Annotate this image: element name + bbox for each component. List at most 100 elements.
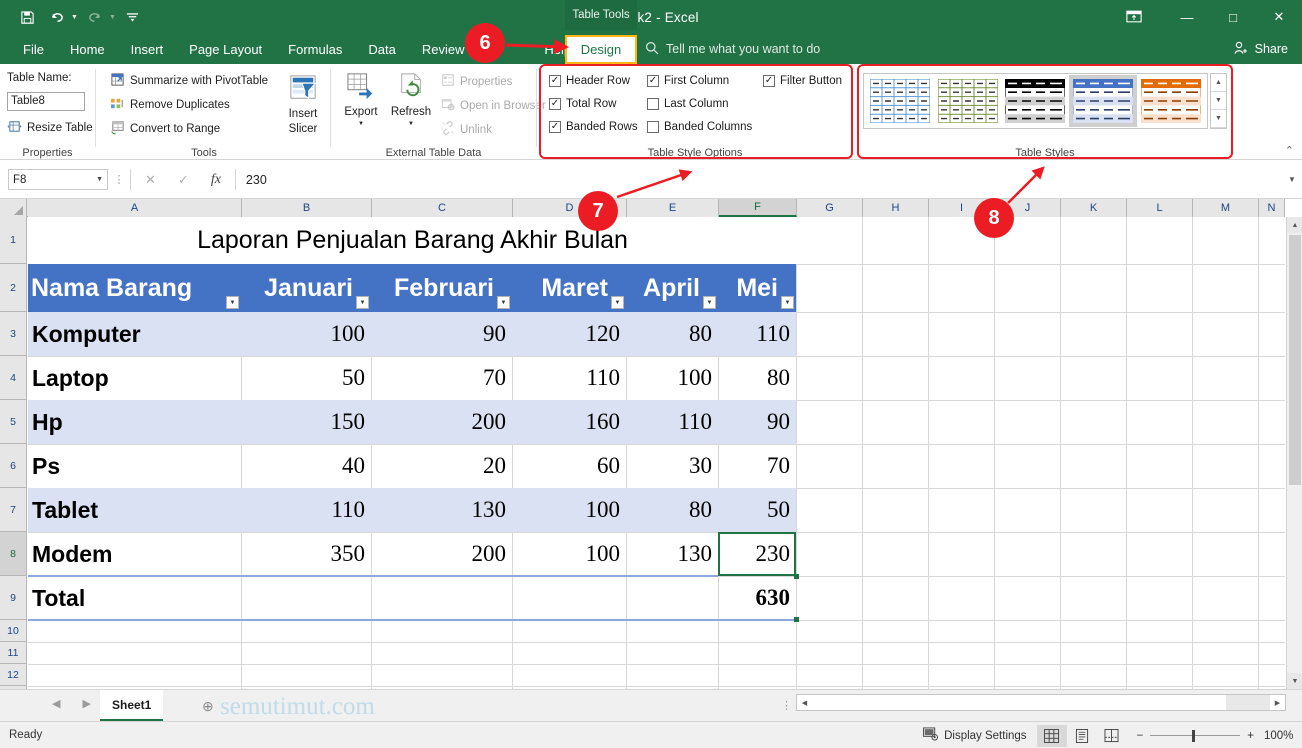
page-break-preview-button[interactable]	[1097, 725, 1127, 747]
cell-B7[interactable]: 110	[241, 488, 371, 532]
cell-E8[interactable]: 130	[626, 532, 718, 576]
column-header-N[interactable]: N	[1259, 199, 1285, 217]
cell-D5[interactable]: 160	[512, 400, 626, 444]
checkbox-banded-columns[interactable]: Banded Columns	[647, 121, 752, 133]
cell-E9[interactable]	[626, 576, 718, 620]
minimize-button[interactable]: —	[1164, 0, 1210, 34]
cell-D6[interactable]: 60	[512, 444, 626, 488]
row-header-5[interactable]: 5	[0, 400, 27, 444]
filter-dropdown-icon-C[interactable]: ▼	[497, 296, 510, 309]
row-header-10[interactable]: 10	[0, 620, 27, 642]
column-header-L[interactable]: L	[1127, 199, 1193, 217]
banded-rows-checkbox[interactable]: ✓	[549, 121, 561, 133]
row-header-11[interactable]: 11	[0, 642, 27, 664]
row-header-7[interactable]: 7	[0, 488, 27, 532]
total-row-checkbox[interactable]: ✓	[549, 98, 561, 110]
checkbox-total-row[interactable]: ✓ Total Row	[549, 98, 617, 110]
formula-input[interactable]: 230	[236, 173, 1282, 187]
cell-C7[interactable]: 130	[371, 488, 512, 532]
insert-slicer-button[interactable]: Insert Slicer	[275, 74, 331, 137]
table-name-input[interactable]: Table8	[7, 92, 85, 111]
table-resize-handle[interactable]	[794, 617, 799, 622]
cell-E5[interactable]: 110	[626, 400, 718, 444]
close-button[interactable]: ✕	[1256, 0, 1302, 34]
cell-A6[interactable]: Ps	[28, 444, 241, 488]
horizontal-split-grip[interactable]: ⋮	[781, 699, 792, 712]
row-header-9[interactable]: 9	[0, 576, 27, 620]
table-styles-gallery[interactable]	[863, 73, 1208, 129]
last-column-checkbox[interactable]	[647, 98, 659, 110]
cell-D2-header[interactable]: Maret ▼	[512, 264, 626, 312]
row-header-8[interactable]: 8	[0, 532, 27, 576]
cell-C5[interactable]: 200	[371, 400, 512, 444]
cell-E6[interactable]: 30	[626, 444, 718, 488]
checkbox-last-column[interactable]: Last Column	[647, 98, 729, 110]
export-dropdown-icon[interactable]: ▼	[358, 121, 364, 128]
cancel-icon[interactable]: ✕	[145, 172, 156, 188]
cell-B3[interactable]: 100	[241, 312, 371, 356]
horizontal-scrollbar[interactable]: ◀ ▶	[796, 694, 1286, 711]
filter-dropdown-icon-D[interactable]: ▼	[611, 296, 624, 309]
cell-C3[interactable]: 90	[371, 312, 512, 356]
cell-D3[interactable]: 120	[512, 312, 626, 356]
scroll-left-icon[interactable]: ◀	[797, 695, 812, 710]
cell-B6[interactable]: 40	[241, 444, 371, 488]
undo-icon[interactable]	[44, 6, 70, 28]
cell-F2-header[interactable]: Mei ▼	[718, 264, 796, 312]
cell-D7[interactable]: 100	[512, 488, 626, 532]
collapse-ribbon-icon[interactable]: ⌃	[1285, 144, 1294, 157]
first-column-checkbox[interactable]: ✓	[647, 75, 659, 87]
export-button[interactable]: Export ▼	[339, 72, 383, 128]
scroll-up-icon[interactable]: ▲	[1287, 217, 1302, 233]
cell-B9[interactable]	[241, 576, 371, 620]
cell-F9-total-value[interactable]: 630	[718, 576, 796, 620]
share-button[interactable]: Share	[1233, 34, 1288, 64]
vertical-scrollbar[interactable]: ▲ ▼	[1286, 217, 1302, 689]
table-style-blue-medium-selected[interactable]	[1069, 75, 1137, 127]
row-header-6[interactable]: 6	[0, 444, 27, 488]
tab-home[interactable]: Home	[57, 34, 118, 64]
save-icon[interactable]	[14, 6, 40, 28]
filter-dropdown-icon-A[interactable]: ▼	[226, 296, 239, 309]
cell-A8[interactable]: Modem	[28, 532, 241, 576]
refresh-dropdown-icon[interactable]: ▼	[408, 121, 414, 128]
insert-function-icon[interactable]: fx	[211, 172, 221, 188]
formula-bar-grip[interactable]: ⋮	[108, 173, 130, 186]
row-header-4[interactable]: 4	[0, 356, 27, 400]
cell-A3[interactable]: Komputer	[28, 312, 241, 356]
gallery-scroll-up-icon[interactable]: ▲	[1211, 74, 1226, 92]
customize-quick-access-icon[interactable]	[120, 6, 146, 28]
filter-button-checkbox[interactable]: ✓	[763, 75, 775, 87]
cell-F4[interactable]: 80	[718, 356, 796, 400]
gallery-more-icon[interactable]: ▼	[1211, 110, 1226, 128]
tab-file[interactable]: File	[10, 34, 57, 64]
checkbox-header-row[interactable]: ✓ Header Row	[549, 75, 630, 87]
header-row-checkbox[interactable]: ✓	[549, 75, 561, 87]
cell-D4[interactable]: 110	[512, 356, 626, 400]
cell-C2-header[interactable]: Februari ▼	[371, 264, 512, 312]
checkbox-first-column[interactable]: ✓ First Column	[647, 75, 729, 87]
cell-E7[interactable]: 80	[626, 488, 718, 532]
cell-B5[interactable]: 150	[241, 400, 371, 444]
tab-insert[interactable]: Insert	[118, 34, 177, 64]
ribbon-display-options-icon[interactable]	[1121, 4, 1147, 28]
cell-D8[interactable]: 100	[512, 532, 626, 576]
sheet-tab-sheet1[interactable]: Sheet1	[100, 690, 163, 721]
filter-dropdown-icon-B[interactable]: ▼	[356, 296, 369, 309]
tab-design[interactable]: Design	[565, 35, 637, 64]
cell-F8-selected[interactable]: 230	[718, 532, 796, 576]
tab-formulas[interactable]: Formulas	[275, 34, 355, 64]
summarize-with-pivottable-button[interactable]: Summarize with PivotTable	[110, 72, 268, 90]
zoom-in-button[interactable]: +	[1247, 730, 1254, 742]
table-style-orange[interactable]	[1137, 75, 1205, 127]
cell-C9[interactable]	[371, 576, 512, 620]
column-header-M[interactable]: M	[1193, 199, 1259, 217]
tell-me-search[interactable]: Tell me what you want to do	[645, 34, 820, 64]
properties-button[interactable]: Properties	[441, 73, 512, 90]
cell-E3[interactable]: 80	[626, 312, 718, 356]
convert-to-range-button[interactable]: Convert to Range	[110, 120, 220, 138]
cell-D9[interactable]	[512, 576, 626, 620]
column-header-A[interactable]: A	[28, 199, 242, 217]
cell-A9-total-label[interactable]: Total	[28, 576, 241, 620]
undo-dropdown-icon[interactable]: ▼	[71, 14, 78, 21]
